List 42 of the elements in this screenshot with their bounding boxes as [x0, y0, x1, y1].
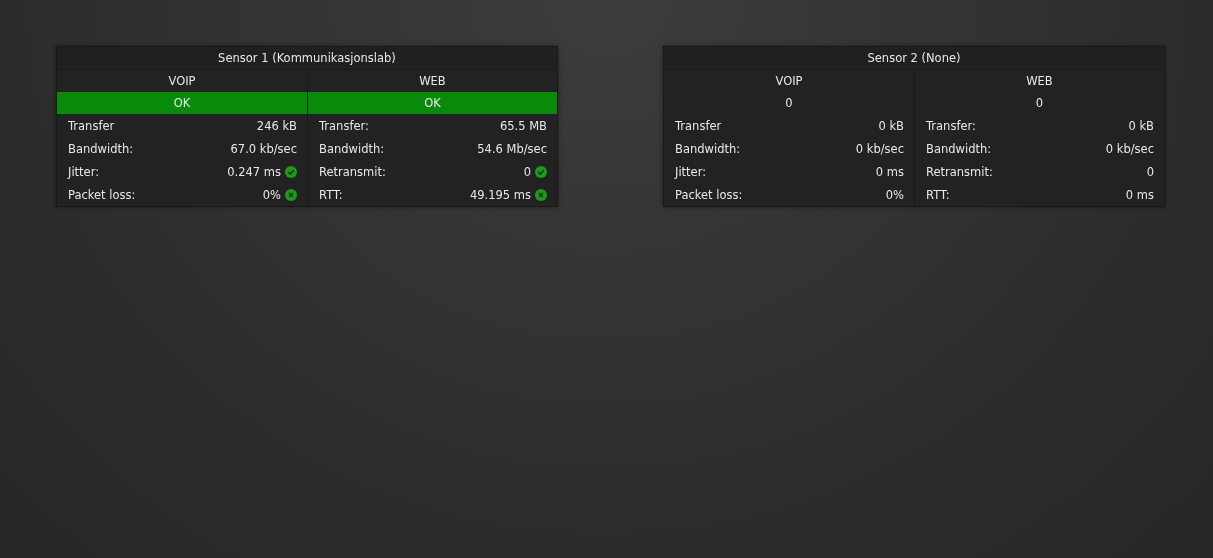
metric-label: Jitter: — [68, 164, 101, 179]
status-bar: OK — [308, 92, 557, 114]
metric-label: Transfer: — [319, 118, 370, 133]
metric-value: 0 kb/sec — [1105, 141, 1154, 156]
status-label: 0 — [784, 95, 794, 112]
metric-label: Jitter: — [675, 164, 708, 179]
metric-value: 0 ms — [1125, 187, 1154, 202]
metric-value: 0.247 ms — [227, 164, 281, 179]
metric-value: 0 kB — [1128, 118, 1154, 133]
metric-label: Transfer — [68, 118, 116, 133]
metric-label: Bandwidth: — [68, 141, 135, 156]
metric-value: 0 — [1146, 164, 1154, 179]
status-bar: OK — [57, 92, 307, 114]
metric-label: RTT: — [319, 187, 344, 202]
metric-value: 49.195 ms — [469, 187, 531, 202]
metric-label: Packet loss: — [68, 187, 137, 202]
metric-value: 246 kB — [256, 118, 297, 133]
metric-label: Transfer — [675, 118, 723, 133]
metric-value: 0% — [885, 187, 904, 202]
sensor-title: Sensor 1 (Kommunikasjonslab) — [57, 47, 557, 70]
metric-value: 0% — [262, 187, 281, 202]
channel-heading: WEB — [1025, 73, 1054, 90]
metric-label: Packet loss: — [675, 187, 744, 202]
metric-value: 65.5 MB — [499, 118, 547, 133]
metric-value: 0 kb/sec — [855, 141, 904, 156]
metric-value: 0 — [523, 164, 531, 179]
channel-heading: VOIP — [167, 73, 197, 90]
metric-label: RTT: — [926, 187, 951, 202]
metric-value: 67.0 kb/sec — [230, 141, 297, 156]
metric-label: Bandwidth: — [926, 141, 993, 156]
metric-value: 0 ms — [875, 164, 904, 179]
channel-heading: WEB — [418, 73, 447, 90]
status-label: 0 — [1034, 95, 1045, 112]
metric-label: Transfer: — [926, 118, 977, 133]
metric-value: 54.6 Mb/sec — [477, 141, 547, 156]
metric-label: Retransmit: — [319, 164, 387, 179]
sensor-title: Sensor 2 (None) — [664, 47, 1164, 70]
metric-label: Retransmit: — [926, 164, 994, 179]
metric-label: Bandwidth: — [675, 141, 742, 156]
metric-label: Bandwidth: — [319, 141, 386, 156]
metric-value: 0 kB — [878, 118, 904, 133]
channel-heading: VOIP — [774, 73, 804, 90]
